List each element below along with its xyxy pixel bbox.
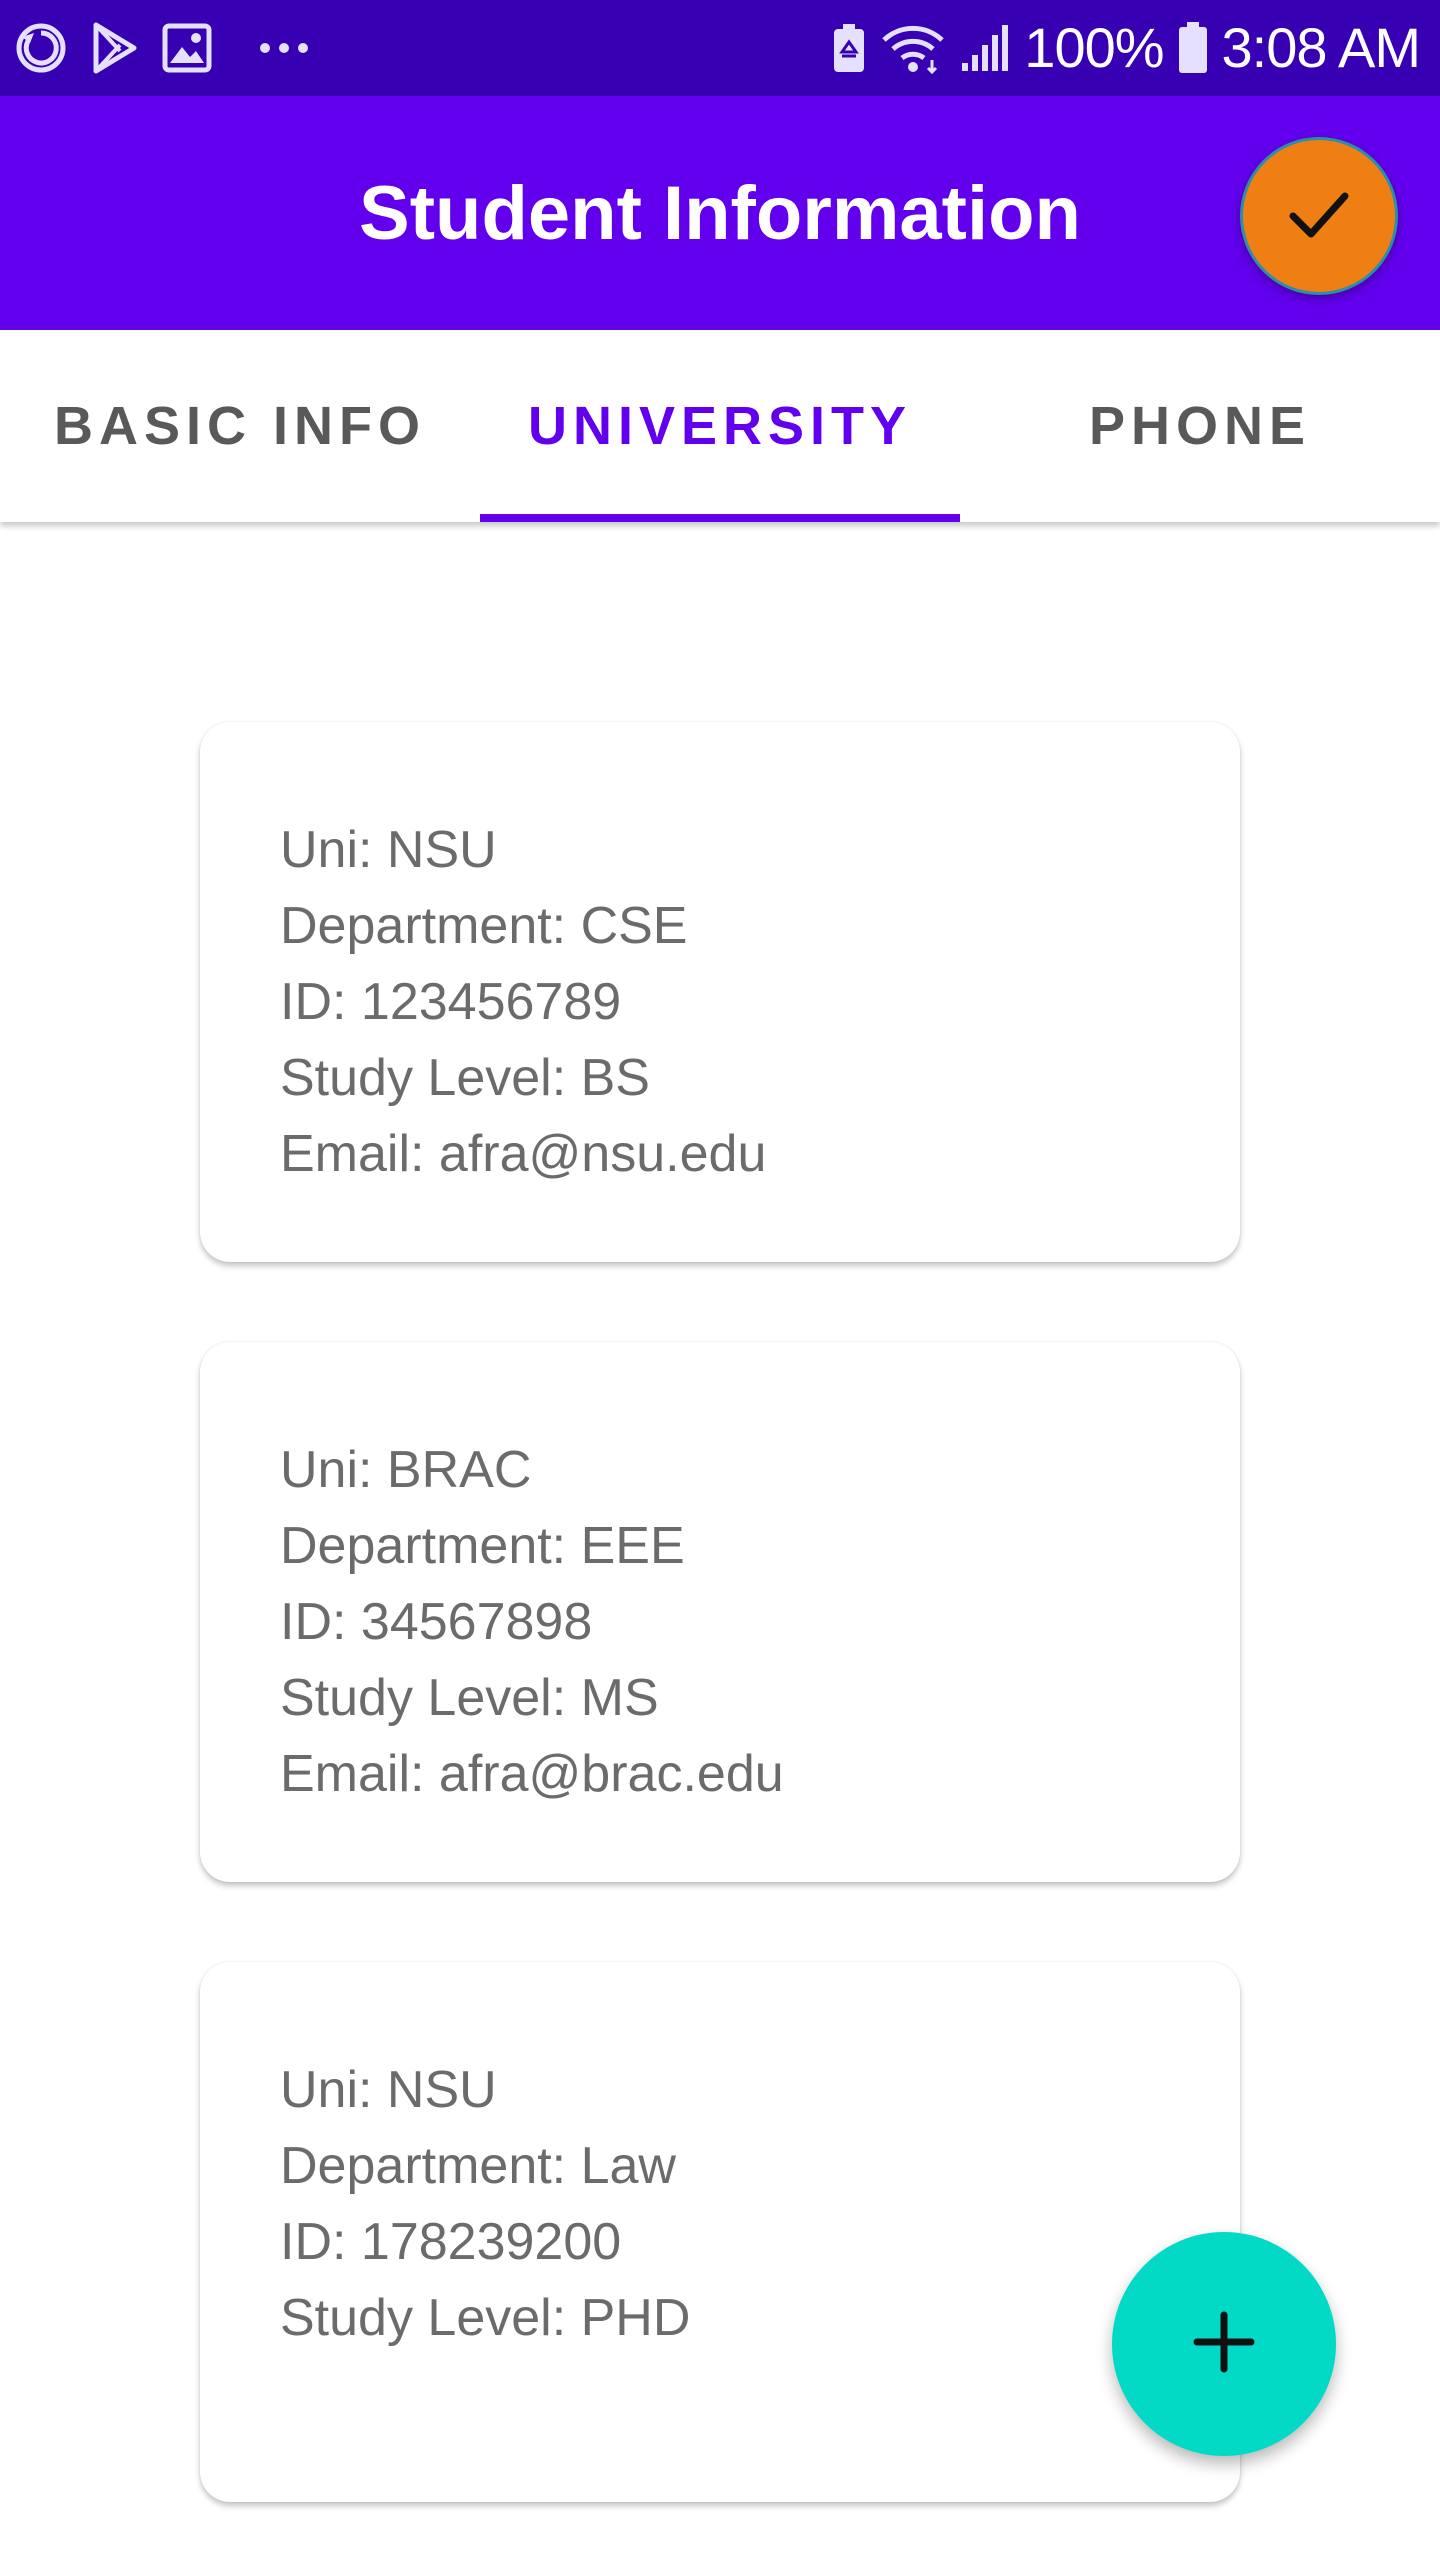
- card-details: Uni: BRAC Department: EEE ID: 34567898 S…: [280, 1432, 784, 1812]
- card-id: ID: 123456789: [280, 973, 622, 1031]
- card-details: Uni: NSU Department: Law ID: 178239200 S…: [280, 2052, 690, 2356]
- card-department: Department: CSE: [280, 897, 688, 955]
- status-bar: 100% 3:08 AM: [0, 0, 1440, 96]
- play-store-icon: [90, 21, 140, 75]
- sync-icon: [14, 21, 68, 75]
- status-left-icons: [14, 20, 310, 76]
- card-id: ID: 178239200: [280, 2213, 622, 2271]
- page-title: Student Information: [359, 171, 1081, 256]
- battery-icon: [1178, 21, 1208, 75]
- battery-saver-icon: [832, 22, 866, 74]
- gallery-icon: [162, 23, 212, 73]
- app-bar: Student Information: [0, 96, 1440, 330]
- card-department: Department: Law: [280, 2137, 676, 2195]
- tab-bar: BASIC INFO UNIVERSITY PHONE: [0, 330, 1440, 522]
- tab-basic-info[interactable]: BASIC INFO: [0, 330, 480, 522]
- university-card[interactable]: Uni: BRAC Department: EEE ID: 34567898 S…: [200, 1342, 1240, 1882]
- check-icon: [1279, 174, 1359, 259]
- university-card[interactable]: Uni: NSU Department: CSE ID: 123456789 S…: [200, 722, 1240, 1262]
- confirm-button[interactable]: [1240, 137, 1398, 295]
- tab-indicator: [480, 514, 960, 522]
- card-study-level: Study Level: MS: [280, 1669, 659, 1727]
- more-dots-icon: [258, 41, 310, 55]
- card-id: ID: 34567898: [280, 1593, 593, 1651]
- tab-phone[interactable]: PHONE: [960, 330, 1440, 522]
- card-uni: Uni: NSU: [280, 821, 497, 879]
- card-uni: Uni: BRAC: [280, 1441, 532, 1499]
- battery-percent: 100%: [1024, 16, 1164, 79]
- status-time: 3:08 AM: [1221, 16, 1421, 79]
- tab-university[interactable]: UNIVERSITY: [480, 330, 960, 522]
- status-right-icons: 100% 3:08 AM: [832, 14, 1421, 82]
- add-button[interactable]: [1112, 2232, 1336, 2456]
- card-email: Email: afra@nsu.edu: [280, 1125, 767, 1183]
- card-study-level: Study Level: PHD: [280, 2289, 691, 2347]
- card-uni: Uni: NSU: [280, 2061, 497, 2119]
- plus-icon: [1191, 2309, 1257, 2380]
- university-card[interactable]: Uni: NSU Department: Law ID: 178239200 S…: [200, 1962, 1240, 2502]
- card-department: Department: EEE: [280, 1517, 685, 1575]
- signal-icon: [960, 23, 1010, 73]
- wifi-icon: [880, 22, 946, 74]
- card-email: Email: afra@brac.edu: [280, 1745, 784, 1803]
- card-study-level: Study Level: BS: [280, 1049, 650, 1107]
- card-details: Uni: NSU Department: CSE ID: 123456789 S…: [280, 812, 766, 1192]
